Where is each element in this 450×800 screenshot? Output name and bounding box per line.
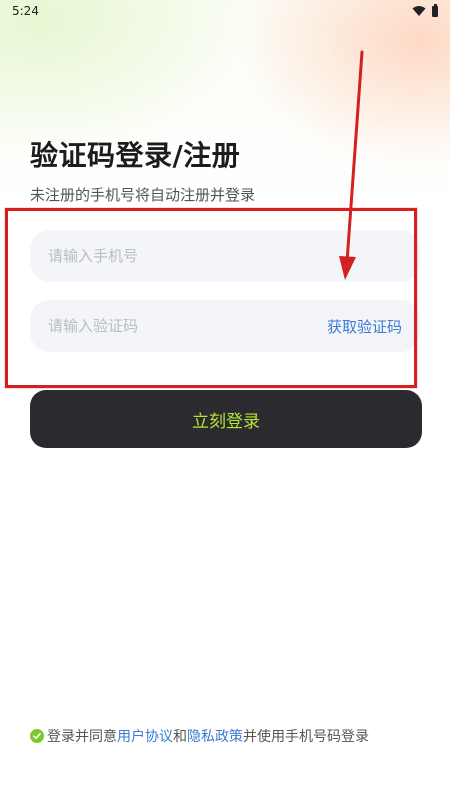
get-code-button[interactable]: 获取验证码 bbox=[327, 316, 402, 337]
code-field[interactable]: 获取验证码 bbox=[30, 300, 420, 352]
user-agreement-link[interactable]: 用户协议 bbox=[117, 726, 173, 746]
verification-code-input[interactable] bbox=[48, 317, 327, 335]
status-bar: 5:24 bbox=[0, 0, 450, 22]
battery-icon bbox=[432, 3, 438, 17]
agreement-prefix: 登录并同意 bbox=[47, 729, 117, 745]
check-circle-icon[interactable] bbox=[30, 729, 44, 743]
page-title: 验证码登录/注册 bbox=[30, 139, 241, 172]
status-time: 5:24 bbox=[12, 4, 39, 18]
status-icons bbox=[412, 3, 438, 17]
phone-field[interactable] bbox=[30, 230, 420, 282]
page-subtitle: 未注册的手机号将自动注册并登录 bbox=[30, 186, 256, 204]
agreement-conj: 和 bbox=[173, 729, 187, 745]
phone-input[interactable] bbox=[48, 247, 402, 265]
wifi-icon bbox=[412, 6, 426, 16]
login-button[interactable]: 立刻登录 bbox=[30, 390, 422, 448]
agreement-row: 登录并同意 用户协议 和 隐私政策 并使用手机号码登录 bbox=[30, 726, 369, 746]
privacy-policy-link[interactable]: 隐私政策 bbox=[187, 726, 243, 746]
agreement-suffix: 并使用手机号码登录 bbox=[243, 729, 369, 745]
